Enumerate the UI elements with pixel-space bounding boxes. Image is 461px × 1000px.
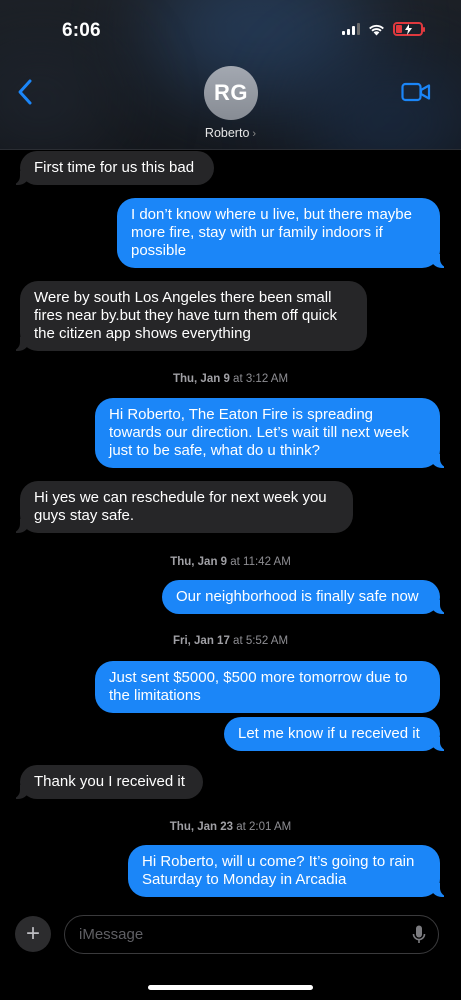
- message-text: Our neighborhood is finally safe now: [176, 588, 419, 605]
- status-icons: [342, 22, 425, 36]
- message-outgoing[interactable]: I don’t know where u live, but there may…: [117, 198, 449, 268]
- timestamp: Thu, Jan 23 at 2:01 AM: [0, 821, 461, 833]
- conversation-header: 6:06 RG Roberto ›: [0, 0, 461, 150]
- message-text: First time for us this bad: [34, 159, 195, 176]
- message-text: Thank you I received it: [34, 773, 185, 790]
- message-outgoing[interactable]: Hi Roberto, The Eaton Fire is spreading …: [95, 398, 449, 468]
- message-outgoing[interactable]: Hi Roberto, will u come? It’s going to r…: [128, 845, 449, 897]
- avatar-initials: RG: [214, 80, 248, 105]
- timestamp-time: at 5:52 AM: [233, 635, 289, 647]
- timestamp-day: Thu, Jan 9: [172, 373, 230, 385]
- contact-name-label: Roberto: [204, 126, 250, 140]
- timestamp-day: Thu, Jan 23: [169, 821, 234, 833]
- message-text: Hi Roberto, The Eaton Fire is spreading …: [109, 406, 409, 459]
- message-outgoing[interactable]: Just sent $5000, $500 more tomorrow due …: [95, 661, 440, 713]
- home-indicator[interactable]: [148, 985, 313, 990]
- message-incoming[interactable]: Hi yes we can reschedule for next week y…: [11, 481, 353, 533]
- wifi-icon: [369, 24, 384, 35]
- message-text: Hi Roberto, will u come? It’s going to r…: [142, 853, 415, 888]
- message-input-field[interactable]: [64, 915, 439, 954]
- chevron-right-icon: ›: [252, 128, 257, 140]
- message-outgoing[interactable]: Let me know if u received it: [224, 717, 449, 751]
- message-incoming[interactable]: Were by south Los Angeles there been sma…: [11, 281, 367, 351]
- message-text: Were by south Los Angeles there been sma…: [34, 289, 337, 342]
- timestamp-time: at 11:42 AM: [230, 556, 291, 568]
- signal-icon: [342, 23, 360, 35]
- battery-charging-icon: [393, 22, 425, 36]
- message-outgoing[interactable]: Our neighborhood is finally safe now: [162, 580, 449, 614]
- message-text: Hi yes we can reschedule for next week y…: [34, 489, 327, 524]
- timestamp-day: Thu, Jan 9: [170, 556, 228, 568]
- message-incoming[interactable]: First time for us this bad: [11, 151, 214, 185]
- message-text: I don’t know where u live, but there may…: [131, 206, 412, 259]
- plus-button[interactable]: +: [15, 916, 51, 952]
- back-chevron-icon[interactable]: [14, 78, 38, 106]
- contact-name[interactable]: Roberto ›: [0, 126, 461, 140]
- timestamp-day: Fri, Jan 17: [172, 635, 230, 647]
- status-time: 6:06: [62, 20, 101, 41]
- timestamp: Fri, Jan 17 at 5:52 AM: [0, 635, 461, 647]
- microphone-icon[interactable]: [412, 925, 426, 945]
- message-input[interactable]: [79, 916, 399, 953]
- timestamp: Thu, Jan 9 at 3:12 AM: [0, 373, 461, 385]
- avatar[interactable]: RG: [204, 66, 258, 120]
- timestamp-time: at 3:12 AM: [233, 373, 289, 385]
- timestamp: Thu, Jan 9 at 11:42 AM: [0, 556, 461, 568]
- message-text: Let me know if u received it: [238, 725, 420, 742]
- plus-icon: +: [25, 920, 40, 947]
- message-incoming[interactable]: Thank you I received it: [11, 765, 203, 799]
- video-camera-icon[interactable]: [401, 82, 431, 102]
- timestamp-time: at 2:01 AM: [236, 821, 292, 833]
- message-text: Just sent $5000, $500 more tomorrow due …: [109, 669, 408, 704]
